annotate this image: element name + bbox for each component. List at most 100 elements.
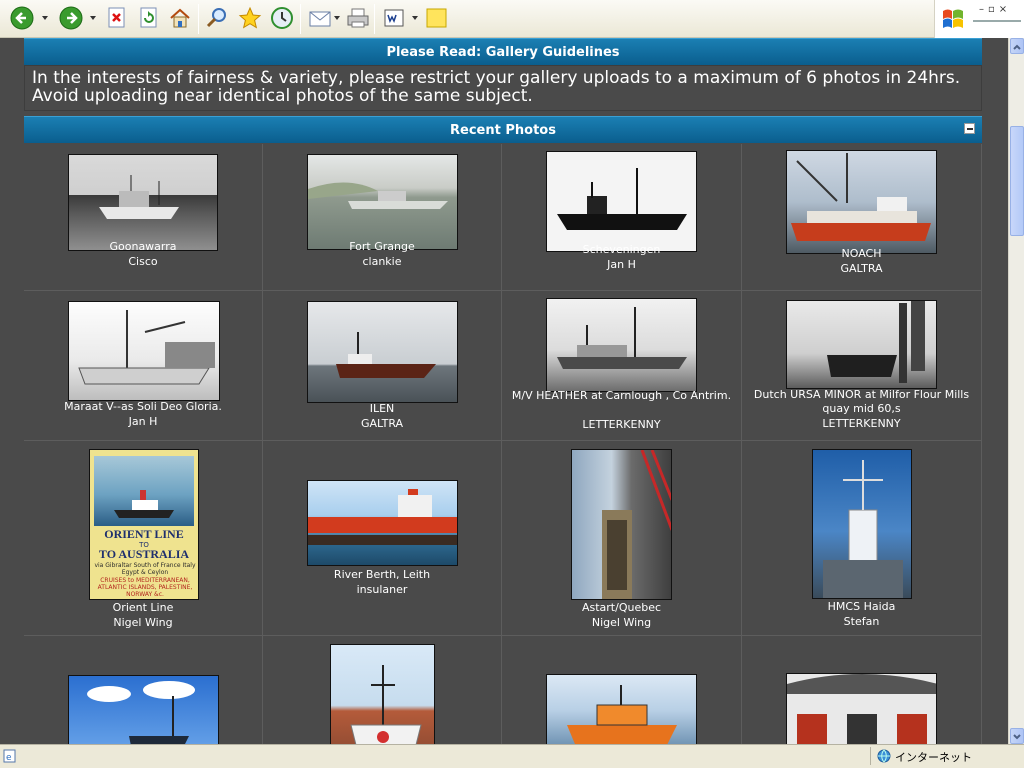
chevron-down-icon (1013, 734, 1021, 740)
photo-thumbnail[interactable] (546, 674, 697, 744)
photo-user[interactable]: GALTRA (742, 262, 981, 276)
photo-title[interactable]: Maraat V--as Soli Deo Gloria. (24, 400, 262, 414)
edit-dropdown-icon[interactable] (412, 16, 418, 20)
photo-user[interactable]: Stefan (742, 615, 981, 629)
photo-cell: HMCS Haida Stefan (742, 441, 982, 636)
forward-button[interactable] (59, 6, 83, 30)
chevron-up-icon (1013, 44, 1021, 50)
poster-line3: via Gibraltar South of France Italy Egyp… (94, 562, 196, 576)
photo-thumbnail[interactable] (571, 449, 672, 600)
stop-icon (108, 7, 125, 28)
photo-thumbnail[interactable] (786, 673, 937, 744)
note-button[interactable] (425, 6, 449, 30)
collapse-button[interactable] (964, 123, 975, 134)
photo-title[interactable]: Astart/Quebec (502, 601, 741, 615)
photo-title[interactable]: M/V HEATHER at Carnlough , Co Antrim. (502, 389, 741, 403)
photo-thumbnail[interactable] (68, 301, 220, 401)
scroll-down-button[interactable] (1010, 728, 1024, 744)
photo-title[interactable]: HMCS Haida (742, 600, 981, 614)
ship-photo-icon (602, 450, 671, 599)
photo-thumbnail[interactable] (546, 298, 697, 392)
printer-icon (347, 8, 369, 28)
ship-photo-icon (336, 332, 436, 378)
recent-photos-panel: Recent Photos (24, 116, 982, 143)
photo-title[interactable]: Scheveningen (502, 243, 741, 257)
guidelines-panel: Please Read: Gallery Guidelines In the i… (24, 38, 982, 111)
photo-thumbnail[interactable] (786, 300, 937, 389)
photo-thumbnail[interactable] (68, 154, 218, 251)
photo-thumbnail[interactable] (307, 480, 458, 566)
ship-photo-icon (308, 489, 457, 545)
back-button[interactable] (10, 6, 34, 30)
back-dropdown-icon[interactable] (42, 16, 48, 20)
photo-thumbnail[interactable]: ORIENT LINE TO TO AUSTRALIA via Gibralta… (89, 449, 199, 600)
photo-thumbnail[interactable] (68, 675, 219, 744)
photo-user[interactable]: Cisco (24, 255, 262, 269)
ship-photo-icon (823, 460, 903, 598)
ship-photo-icon (827, 301, 925, 383)
photo-thumbnail[interactable] (786, 150, 937, 254)
mail-dropdown-icon[interactable] (334, 16, 340, 20)
home-button[interactable] (168, 6, 192, 30)
photo-cell: Astart/Quebec Nigel Wing (502, 441, 742, 636)
photo-user[interactable]: LETTERKENNY (502, 418, 741, 432)
photo-thumbnail[interactable] (330, 644, 435, 744)
scroll-thumb[interactable] (1010, 126, 1024, 236)
search-icon (206, 8, 226, 28)
photo-cell (502, 636, 742, 744)
edit-button[interactable] (382, 6, 406, 30)
ship-photo-icon (99, 175, 179, 219)
forward-arrow-icon (59, 6, 83, 30)
photo-title[interactable]: Orient Line (24, 601, 262, 615)
photo-cell (24, 636, 263, 744)
word-document-icon (384, 9, 404, 27)
stop-button[interactable] (105, 6, 129, 30)
photo-user[interactable]: GALTRA (263, 417, 501, 431)
photo-cell: River Berth, Leith insulaner (263, 441, 502, 636)
poster-line4: CRUISES to MEDITERRANEAN, ATLANTIC ISLAN… (97, 577, 193, 598)
photo-cell: Fort Grange clankie (263, 144, 502, 291)
window-controls[interactable]: –▫× (979, 4, 1011, 15)
status-bar: e インターネット (0, 744, 1024, 768)
photo-user[interactable]: insulaner (263, 583, 501, 597)
ship-photo-icon (308, 182, 448, 209)
photo-thumbnail[interactable] (546, 151, 697, 252)
photo-thumbnail[interactable] (307, 301, 458, 403)
history-button[interactable] (270, 6, 294, 30)
photo-cell: Scheveningen Jan H (502, 144, 742, 291)
photo-cell: ILEN GALTRA (263, 291, 502, 441)
scroll-up-button[interactable] (1010, 38, 1024, 54)
photo-user[interactable]: LETTERKENNY (742, 417, 981, 431)
photo-title[interactable]: Fort Grange (263, 240, 501, 254)
browser-toolbar: –▫× (0, 0, 1024, 38)
photo-title[interactable]: Dutch URSA MINOR at Milfor Flour Mills q… (742, 388, 981, 416)
photo-title[interactable]: ILEN (263, 402, 501, 416)
photo-user[interactable]: Jan H (24, 415, 262, 429)
refresh-button[interactable] (137, 6, 161, 30)
photo-thumbnail[interactable] (307, 154, 458, 250)
photo-thumbnail[interactable] (812, 449, 912, 599)
photo-user[interactable]: Nigel Wing (502, 616, 741, 630)
guidelines-title: Please Read: Gallery Guidelines (386, 44, 620, 60)
photo-cell: Dutch URSA MINOR at Milfor Flour Mills q… (742, 291, 982, 441)
mail-icon (309, 11, 331, 27)
forward-dropdown-icon[interactable] (90, 16, 96, 20)
photo-title[interactable]: NOACH (742, 247, 981, 261)
photo-cell: ORIENT LINE TO TO AUSTRALIA via Gibralta… (24, 441, 263, 636)
windows-logo-icon (943, 9, 963, 28)
photo-title[interactable]: Goonawarra (24, 240, 262, 254)
photo-user[interactable]: Jan H (502, 258, 741, 272)
guidelines-text: In the interests of fairness & variety, … (24, 65, 982, 111)
photo-title[interactable]: River Berth, Leith (263, 568, 501, 582)
mail-button[interactable] (308, 6, 332, 30)
guidelines-header: Please Read: Gallery Guidelines (24, 38, 982, 65)
star-icon (238, 6, 262, 29)
photo-user[interactable]: clankie (263, 255, 501, 269)
photo-user[interactable]: Nigel Wing (24, 616, 262, 630)
favorites-button[interactable] (238, 6, 262, 30)
windows-brand-area: –▫× (934, 0, 1024, 38)
page-content: Please Read: Gallery Guidelines In the i… (0, 38, 1008, 744)
vertical-scrollbar[interactable] (1008, 38, 1024, 744)
print-button[interactable] (346, 6, 370, 30)
search-button[interactable] (205, 6, 229, 30)
